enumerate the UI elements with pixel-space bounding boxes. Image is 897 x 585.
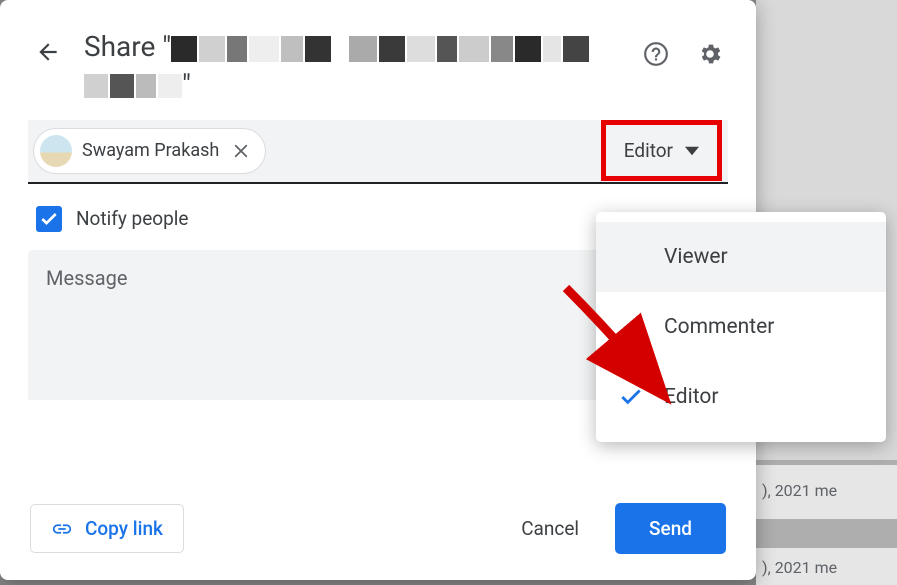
help-icon — [643, 41, 669, 67]
bg-block: to fix ghost touch on iPhone. Let us whe… — [756, 0, 897, 128]
menu-item-commenter[interactable]: Commenter — [596, 292, 886, 362]
menu-item-label: Viewer — [664, 245, 728, 269]
back-button[interactable] — [28, 32, 68, 72]
bg-row: ), 2021 me — [756, 465, 897, 519]
header-icons — [638, 36, 728, 72]
avatar — [40, 135, 72, 167]
menu-item-label: Editor — [664, 385, 718, 409]
close-icon — [232, 142, 250, 160]
role-dropdown[interactable]: Editor — [606, 125, 717, 176]
title-prefix: Share " — [84, 30, 171, 63]
link-icon — [51, 518, 73, 540]
dialog-footer: Copy link Cancel Send — [0, 483, 756, 580]
footer-actions: Cancel Send — [509, 503, 726, 554]
notify-checkbox[interactable] — [36, 206, 62, 232]
gear-icon — [697, 41, 723, 67]
bg-row-text: ), 2021 me — [762, 558, 837, 577]
role-dropdown-highlight: Editor — [601, 120, 722, 181]
copy-link-button[interactable]: Copy link — [30, 504, 184, 553]
check-icon — [39, 209, 59, 229]
message-placeholder: Message — [46, 266, 127, 290]
copy-link-label: Copy link — [85, 517, 163, 540]
role-menu: Viewer Commenter Editor — [596, 212, 886, 442]
settings-button[interactable] — [692, 36, 728, 72]
bg-row-text: ), 2021 me — [762, 481, 837, 500]
menu-check-slot — [618, 384, 664, 410]
dialog-title-area: Share " — [84, 28, 622, 104]
role-dropdown-label: Editor — [624, 139, 673, 162]
menu-item-label: Commenter — [664, 315, 774, 339]
redacted-title-line2 — [84, 74, 182, 98]
chip-remove-button[interactable] — [229, 139, 253, 163]
help-button[interactable] — [638, 36, 674, 72]
title-suffix: " — [182, 68, 191, 101]
dialog-header: Share " — [0, 0, 756, 104]
dialog-title: Share " — [84, 28, 622, 104]
notify-label: Notify people — [76, 207, 188, 230]
people-input-row[interactable]: Swayam Prakash Editor — [28, 120, 728, 184]
menu-item-editor[interactable]: Editor — [596, 362, 886, 432]
person-chip[interactable]: Swayam Prakash — [34, 129, 265, 173]
bg-row: ), 2021 me — [756, 548, 897, 585]
redacted-title — [171, 36, 589, 62]
cancel-button[interactable]: Cancel — [509, 507, 591, 550]
send-button[interactable]: Send — [615, 503, 726, 554]
check-icon — [618, 384, 644, 410]
chevron-down-icon — [685, 146, 699, 156]
menu-item-viewer[interactable]: Viewer — [596, 222, 886, 292]
arrow-left-icon — [35, 39, 61, 65]
chip-name: Swayam Prakash — [82, 140, 219, 161]
